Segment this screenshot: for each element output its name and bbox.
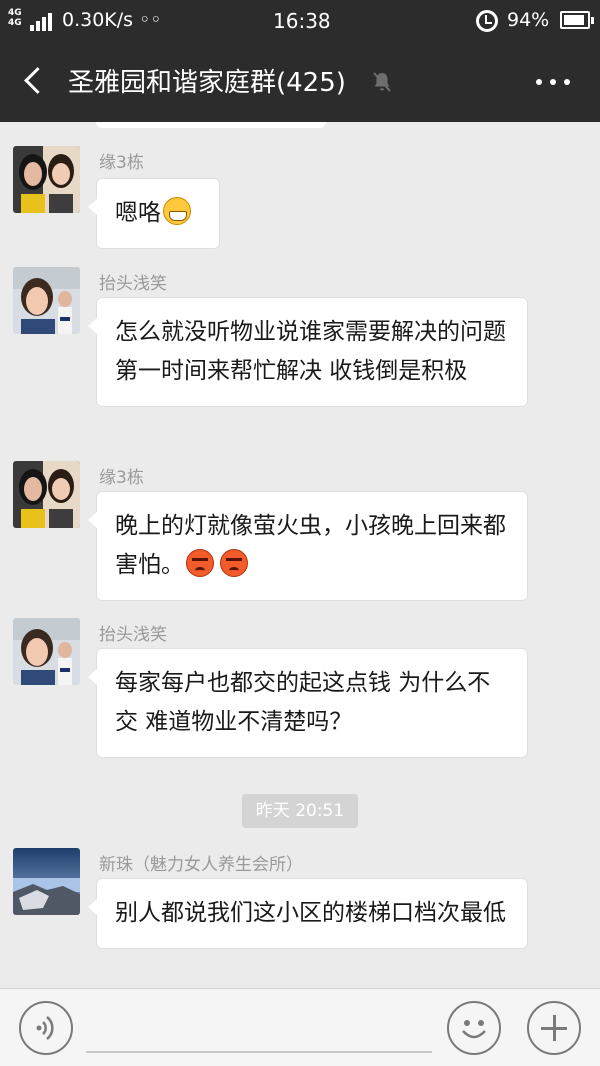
sender-name: 缘3栋	[99, 153, 144, 173]
network-type-bottom: 4G	[8, 18, 22, 28]
signal-icon	[30, 11, 56, 31]
angry-emoji-icon	[186, 549, 214, 577]
voice-input-button[interactable]	[19, 1001, 73, 1055]
message-bubble[interactable]: 嗯咯	[88, 178, 220, 249]
battery-percentage: 94%	[507, 9, 550, 31]
status-bar: 4G 4G 0.30K/s ◦◦ 16:38 94%	[0, 0, 600, 42]
message-text: 晚上的灯就像萤火虫，小孩晚上回来都害怕。	[115, 513, 506, 578]
message-text: 别人都说我们这小区的楼梯口档次最低	[115, 900, 506, 926]
clock: 16:38	[273, 9, 331, 33]
timestamp-divider: 昨天 20:51	[242, 794, 358, 828]
message-list[interactable]: 缘3栋 嗯咯 抬头浅笑 怎么就没听物业说谁家需要解决的问题 第一时间来帮忙解决 …	[0, 122, 600, 988]
sender-name: 新珠（魅力女人养生会所）	[99, 855, 303, 875]
avatar[interactable]	[13, 267, 80, 334]
more-actions-button[interactable]	[527, 1001, 581, 1055]
input-bar	[0, 988, 600, 1066]
message-text: 每家每户也都交的起这点钱 为什么不交 难道物业不清楚吗？	[115, 670, 491, 735]
network-type: 4G 4G	[8, 8, 22, 28]
previous-message-bubble	[96, 122, 326, 128]
muted-bell-icon	[370, 70, 394, 94]
message-bubble[interactable]: 别人都说我们这小区的楼梯口档次最低	[88, 878, 528, 949]
message-input[interactable]	[86, 1001, 432, 1053]
sender-name: 抬头浅笑	[99, 625, 167, 645]
chat-title[interactable]: 圣雅园和谐家庭群(425)	[68, 62, 346, 99]
avatar[interactable]	[13, 461, 80, 528]
network-type-top: 4G	[8, 8, 22, 18]
emoji-button[interactable]	[447, 1001, 501, 1055]
avatar[interactable]	[13, 146, 80, 213]
alarm-icon	[476, 10, 498, 32]
grin-emoji-icon	[163, 197, 191, 225]
network-speed: 0.30K/s ◦◦	[62, 9, 162, 31]
message-text: 怎么就没听物业说谁家需要解决的问题 第一时间来帮忙解决 收钱倒是积极	[115, 319, 506, 384]
chat-header: 圣雅园和谐家庭群(425)	[0, 42, 600, 122]
battery-icon	[560, 11, 594, 29]
sender-name: 缘3栋	[99, 468, 144, 488]
more-options-icon[interactable]	[536, 70, 570, 94]
voice-wave-icon	[36, 1016, 54, 1040]
message-bubble[interactable]: 晚上的灯就像萤火虫，小孩晚上回来都害怕。	[88, 491, 528, 601]
back-arrow-icon[interactable]	[18, 66, 48, 98]
angry-emoji-icon	[220, 549, 248, 577]
avatar[interactable]	[13, 618, 80, 685]
message-bubble[interactable]: 怎么就没听物业说谁家需要解决的问题 第一时间来帮忙解决 收钱倒是积极	[88, 297, 528, 407]
sender-name: 抬头浅笑	[99, 274, 167, 294]
smiley-icon	[462, 1020, 486, 1039]
message-bubble[interactable]: 每家每户也都交的起这点钱 为什么不交 难道物业不清楚吗？	[88, 648, 528, 758]
message-text: 嗯咯	[115, 200, 161, 226]
avatar[interactable]	[13, 848, 80, 915]
